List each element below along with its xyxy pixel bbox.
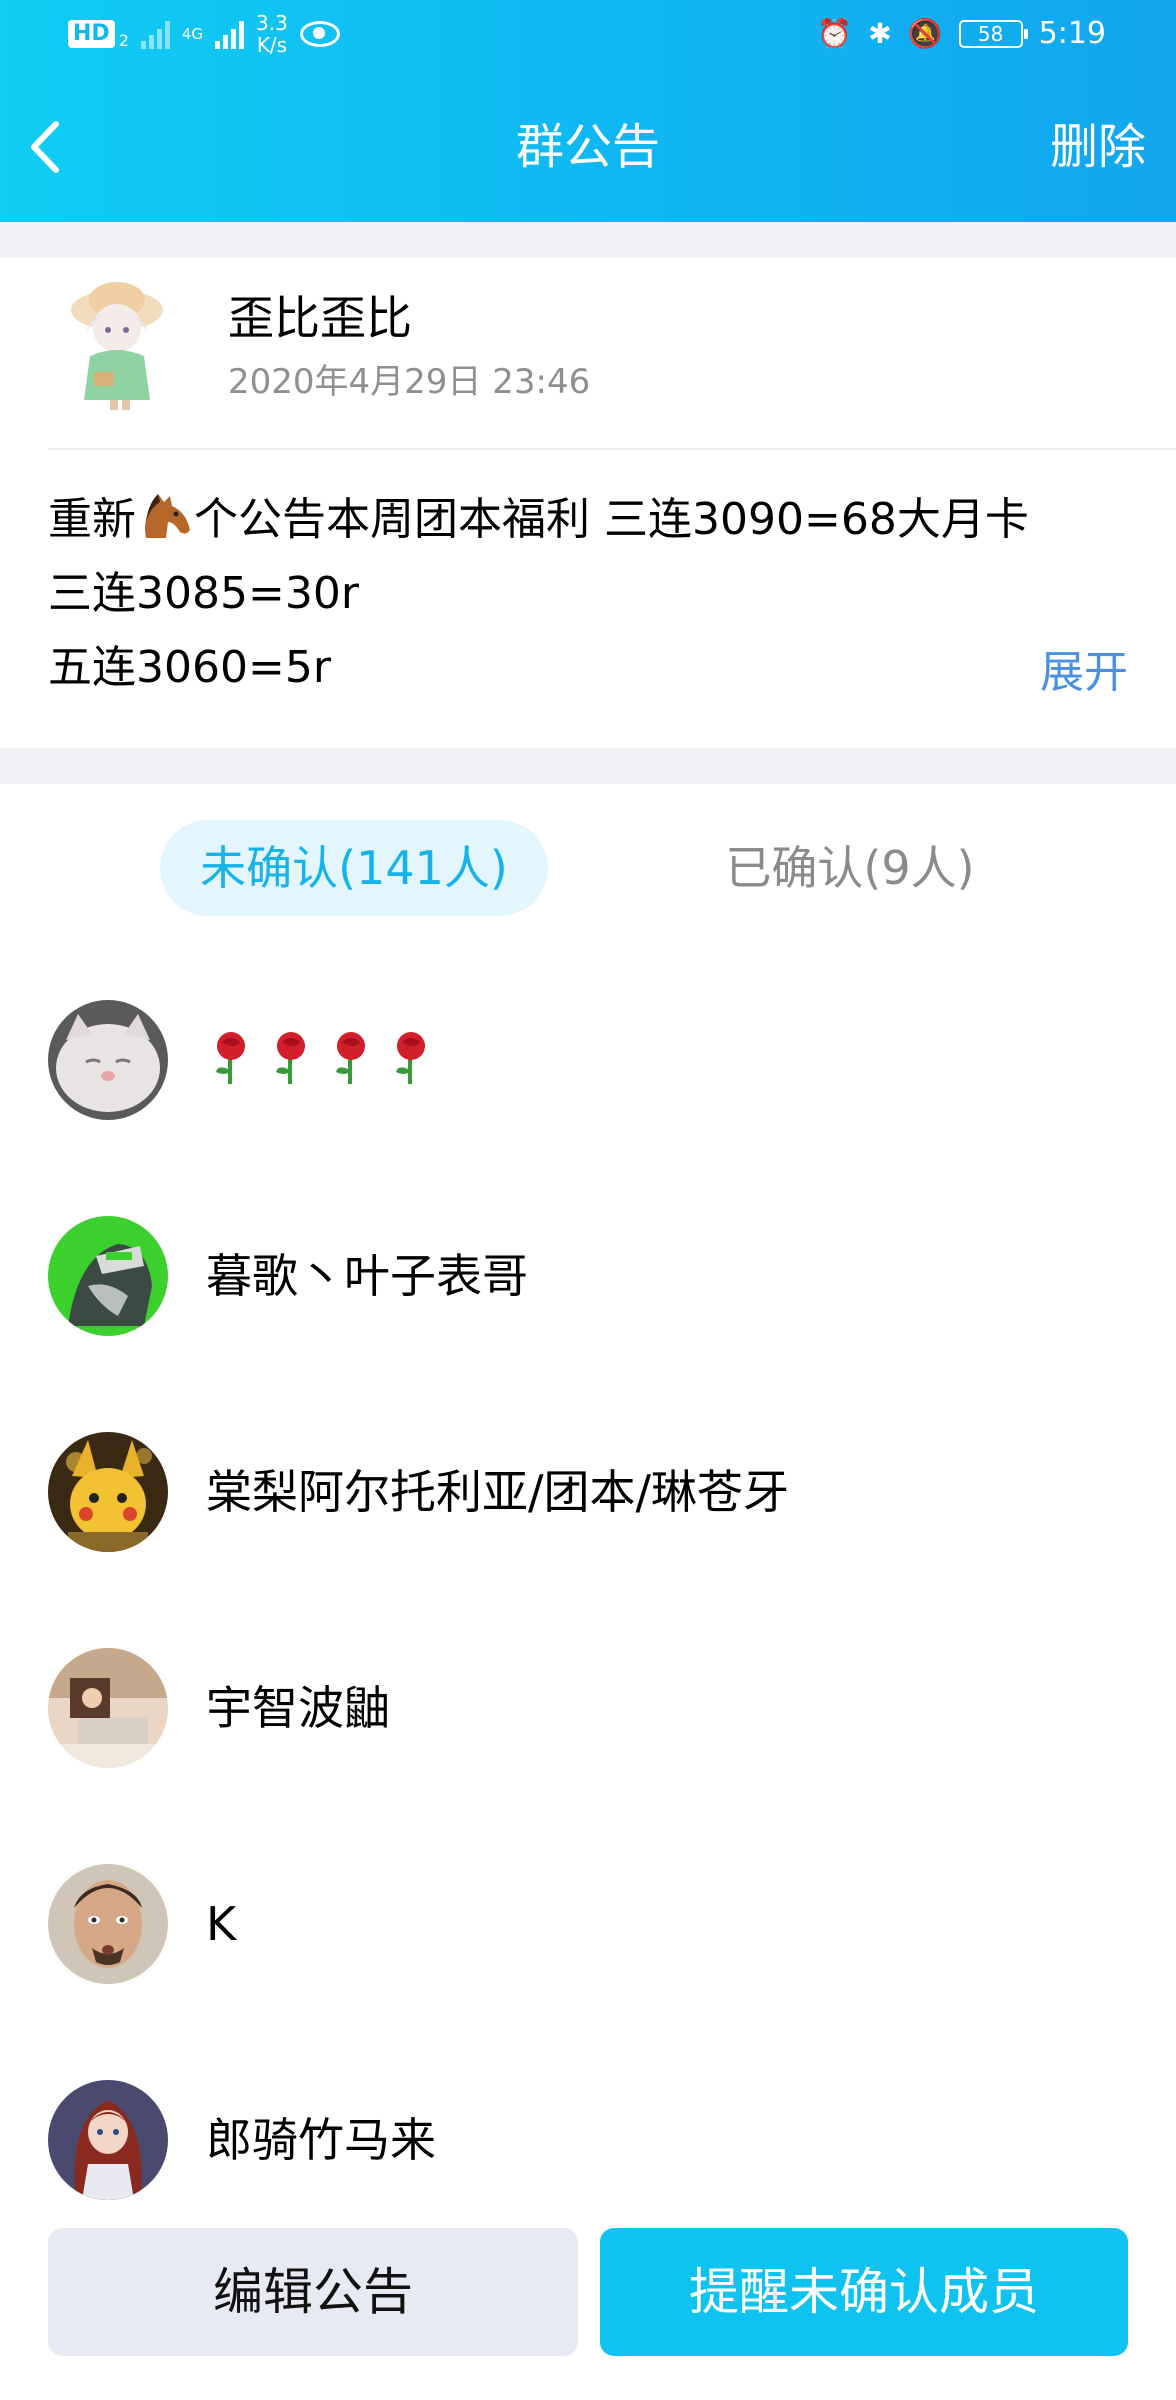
- bottom-action-bar: 编辑公告 提醒未确认成员: [0, 2200, 1176, 2400]
- horse-emoji-icon: [145, 494, 190, 538]
- member-row[interactable]: [48, 1000, 1128, 1120]
- status-right: ⏰ ✱ 🔕 58 5:19: [817, 16, 1106, 51]
- hd-badge: HD: [68, 20, 115, 48]
- announcement-line-1: 重新 个公告本周团本福利 三连3090=68大月卡: [48, 483, 1108, 557]
- page-title: 群公告: [515, 119, 660, 175]
- rose-emoji-group: [210, 1030, 432, 1086]
- anime-character-avatar-icon: [71, 282, 163, 410]
- alarm-icon: ⏰: [817, 16, 853, 50]
- line1-suffix: 个公告本周团本福利 三连3090=68大月卡: [194, 494, 1029, 545]
- app-header: HD 2 4G 3.3 K/s ⏰ ✱ 🔕 58 5:19 群公告 删除: [0, 0, 1176, 222]
- member-name: 宇智波鼬: [206, 1681, 390, 1735]
- line1-prefix: 重新: [48, 494, 136, 545]
- network-type: 4G: [181, 24, 204, 43]
- avatar: [48, 1432, 168, 1552]
- avatar: [48, 1216, 168, 1336]
- delete-button[interactable]: 删除: [1050, 112, 1146, 182]
- member-confirmation-panel: 未确认(141人) 已确认(9人) 暮歌丶叶子表哥 棠梨阿尔托利亚/团本/琳苍牙…: [0, 784, 1176, 2400]
- network-speed: 3.3 K/s: [256, 12, 288, 56]
- tab-confirmed[interactable]: 已确认(9人): [650, 820, 1050, 916]
- anime-girl-avatar-icon: [48, 2080, 168, 2200]
- status-left: HD 2 4G 3.3 K/s: [68, 12, 340, 56]
- signal-x-icon: [140, 19, 170, 49]
- avatar: [48, 1000, 168, 1120]
- remind-unconfirmed-button[interactable]: 提醒未确认成员: [600, 2228, 1128, 2356]
- post-time: 2020年4月29日 23:46: [228, 362, 591, 402]
- member-row[interactable]: K: [48, 1864, 1128, 1984]
- avatar: [48, 2080, 168, 2200]
- avatar: [48, 1648, 168, 1768]
- poster-avatar[interactable]: [46, 270, 188, 412]
- member-row[interactable]: 棠梨阿尔托利亚/团本/琳苍牙: [48, 1432, 1128, 1552]
- eye-icon: [299, 21, 340, 47]
- cat-avatar-icon: [48, 1000, 168, 1120]
- announcement-line-3: 五连3060=5r: [48, 642, 331, 693]
- battery-icon: 58: [958, 19, 1028, 48]
- rose-icon: [276, 1032, 305, 1084]
- status-bar: HD 2 4G 3.3 K/s ⏰ ✱ 🔕 58 5:19: [0, 0, 1176, 72]
- tab-unconfirmed[interactable]: 未确认(141人): [160, 820, 548, 916]
- mute-icon: 🔕: [907, 16, 943, 50]
- avatar: [48, 1864, 168, 1984]
- photo-avatar-icon: [48, 1648, 168, 1768]
- member-name: 棠梨阿尔托利亚/团本/琳苍牙: [206, 1465, 789, 1519]
- member-name: 郎骑竹马来: [206, 2113, 436, 2167]
- bluetooth-icon: ✱: [868, 16, 892, 50]
- member-name: K: [206, 1897, 237, 1951]
- signal-4g-icon: [215, 19, 245, 49]
- announcement-card: 歪比歪比 2020年4月29日 23:46 重新 个公告本周团本福利 三连309…: [0, 258, 1176, 748]
- member-row[interactable]: 宇智波鼬: [48, 1648, 1128, 1768]
- sim-number: 2: [118, 30, 129, 50]
- announcement-line-2: 三连3085=30r: [48, 568, 359, 619]
- divider: [48, 448, 1176, 450]
- poster-name: 歪比歪比: [228, 291, 412, 345]
- speed-value: 3.3: [256, 11, 288, 35]
- pikachu-avatar-icon: [48, 1432, 168, 1552]
- member-name: 暮歌丶叶子表哥: [206, 1249, 528, 1303]
- member-row[interactable]: 郎骑竹马来: [48, 2080, 1128, 2200]
- member-row[interactable]: 暮歌丶叶子表哥: [48, 1216, 1128, 1336]
- rose-icon: [216, 1032, 245, 1084]
- man-portrait-avatar-icon: [48, 1864, 168, 1984]
- robot-character-avatar-icon: [48, 1216, 168, 1336]
- clock: 5:19: [1038, 16, 1106, 51]
- rose-icon: [336, 1032, 365, 1084]
- edit-announcement-button[interactable]: 编辑公告: [48, 2228, 578, 2356]
- rose-icon: [396, 1032, 425, 1084]
- speed-unit: K/s: [256, 33, 288, 57]
- expand-link[interactable]: 展开: [1040, 636, 1128, 710]
- announcement-body: 重新 个公告本周团本福利 三连3090=68大月卡 三连3085=30r 五连3…: [48, 483, 1108, 705]
